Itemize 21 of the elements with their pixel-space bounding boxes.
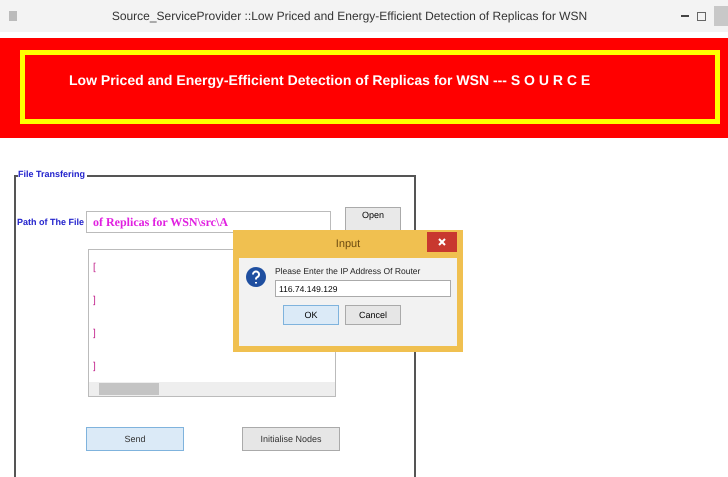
panel-legend: File Transfering <box>18 169 88 179</box>
text-line: ] <box>93 361 96 372</box>
app-icon <box>8 10 18 22</box>
horizontal-scrollbar[interactable] <box>89 382 335 396</box>
open-button[interactable]: Open <box>345 207 402 231</box>
dialog-button[interactable]: Cancel <box>345 305 401 325</box>
action-button[interactable]: Send <box>86 427 184 451</box>
banner-title: Low Priced and Energy-Efficient Detection of Replicas for WSN --- S O U R C E <box>69 72 590 88</box>
close-button[interactable] <box>427 232 457 252</box>
minimize-icon[interactable] <box>681 14 689 18</box>
maximize-icon[interactable] <box>697 12 706 20</box>
question-icon <box>245 266 267 288</box>
text-line: ] <box>93 295 96 306</box>
dialog-button[interactable]: OK <box>283 305 339 325</box>
text-line: [ <box>93 262 96 273</box>
text-line: ] <box>93 328 96 339</box>
window-title: Source_ServiceProvider ::Low Priced and Energy-Efficient Detection of Replicas for WSN <box>110 9 588 23</box>
ip-input-field[interactable]: 116.74.149.129 <box>275 280 451 297</box>
dialog-title: Input <box>336 238 360 250</box>
action-button[interactable]: Initialise Nodes <box>242 427 340 451</box>
path-label: Path of The File <box>17 217 84 227</box>
